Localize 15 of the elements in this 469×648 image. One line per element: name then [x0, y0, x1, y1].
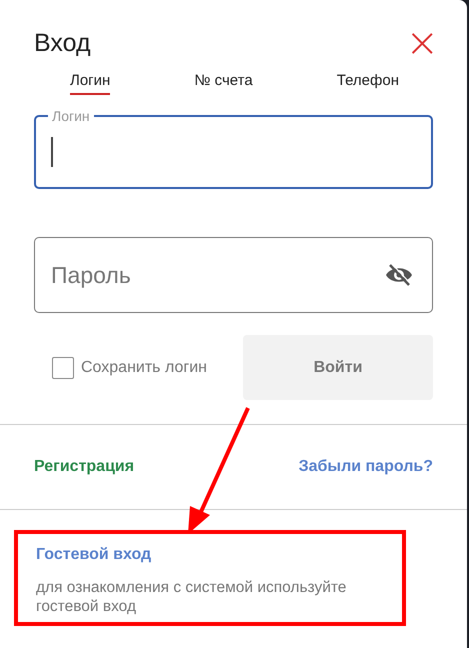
password-field[interactable]: Пароль [34, 237, 433, 313]
close-button[interactable]: × [405, 28, 439, 58]
dialog-title: Вход [34, 28, 91, 58]
floating-label: Логин [48, 108, 94, 124]
text-cursor [51, 137, 53, 167]
tab[interactable]: Телефон [336, 70, 399, 95]
link[interactable]: Регистрация [34, 458, 134, 476]
eye-icon[interactable] [385, 263, 413, 287]
tab[interactable]: № счета [194, 70, 253, 95]
guest-login-link[interactable]: Гостевой вход [36, 546, 384, 564]
link[interactable]: Забыли пароль? [298, 458, 433, 476]
checkbox-label: Сохранить логин [81, 358, 207, 376]
tab[interactable]: Логин [70, 70, 110, 95]
guest-description: для ознакомления с системой используйте гостевой вход [36, 578, 348, 616]
checkbox[interactable] [52, 356, 74, 378]
